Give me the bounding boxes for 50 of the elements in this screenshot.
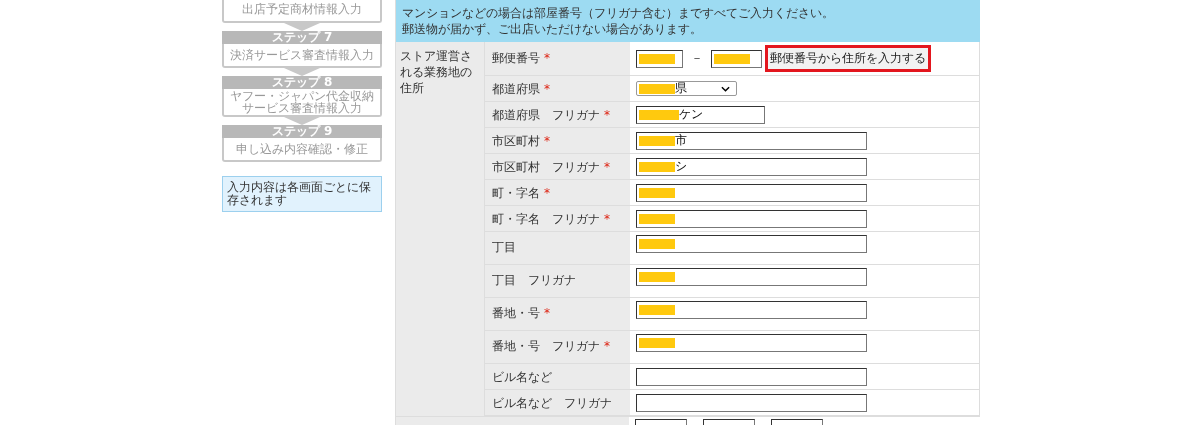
required-mark: *	[604, 160, 610, 174]
required-mark: *	[604, 212, 610, 226]
required-mark: *	[544, 306, 550, 320]
required-mark: *	[604, 339, 610, 353]
field-label: 都道府県 フリガナ	[492, 108, 600, 122]
required-mark: *	[604, 108, 610, 122]
field-label: 都道府県	[492, 82, 540, 96]
input-field[interactable]	[636, 209, 867, 228]
input-field[interactable]	[636, 268, 867, 286]
input-field[interactable]	[636, 367, 867, 386]
field-label: ビル名など フリガナ	[492, 396, 612, 410]
field-label: 町・字名	[492, 186, 540, 200]
input-field[interactable]	[636, 334, 867, 352]
section-label: ストア運営される業務地の住所	[396, 42, 485, 416]
step-header: ステップ 9	[222, 125, 382, 138]
input-field[interactable]	[636, 393, 867, 412]
field-label: 市区町村	[492, 134, 540, 148]
field-label: ビル名など	[492, 370, 552, 384]
required-mark: *	[544, 82, 550, 96]
field-label: 丁目	[492, 240, 516, 254]
notice-text: マンションなどの場合は部屋番号（フリガナ含む）まですべてご入力ください。	[402, 5, 835, 21]
notice-text: 郵送物が届かず、ご出店いただけない場合があります。	[402, 21, 703, 37]
input-field[interactable]: シ	[636, 157, 867, 176]
input-field[interactable]	[636, 235, 867, 253]
step-header: ステップ 8	[222, 76, 382, 89]
field-label: 市区町村 フリガナ	[492, 160, 600, 174]
postal-lookup-button[interactable]: 郵便番号から住所を入力する	[765, 45, 931, 72]
step-title: ヤフー・ジャパン代金収納サービス審査情報入力	[222, 89, 382, 117]
step-header: ステップ 7	[222, 31, 382, 44]
input-field[interactable]	[636, 301, 867, 319]
input-field[interactable]	[636, 49, 683, 68]
input-field[interactable]	[636, 183, 867, 202]
step-title: 申し込み内容確認・修正	[222, 138, 382, 162]
field-label: 町・字名 フリガナ	[492, 212, 600, 226]
field-label: 番地・号 フリガナ	[492, 339, 600, 353]
step-title: 出店予定商材情報入力	[222, 0, 382, 23]
field-label: 番地・号	[492, 306, 540, 320]
input-field[interactable]: ケン	[636, 105, 765, 124]
step-title: 決済サービス審査情報入力	[222, 44, 382, 68]
field-label: 郵便番号	[492, 51, 540, 65]
caret-icon	[721, 86, 730, 92]
required-mark: *	[544, 186, 550, 200]
separator-text: －	[691, 50, 703, 67]
save-note: 入力内容は各画面ごとに保存されます	[222, 176, 382, 212]
prefecture-select[interactable]: 県	[636, 81, 737, 96]
field-label: 丁目 フリガナ	[492, 273, 576, 287]
input-field[interactable]: 市	[636, 131, 867, 150]
required-mark: *	[544, 134, 550, 148]
input-field[interactable]	[711, 49, 762, 68]
required-mark: *	[544, 51, 550, 65]
